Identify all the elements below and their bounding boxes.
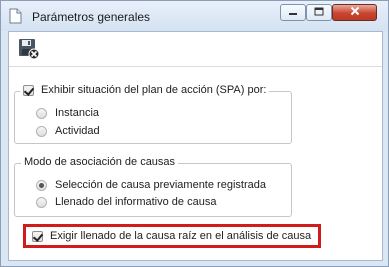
- save-and-close-icon[interactable]: [18, 38, 40, 60]
- radio-actividad-label: Actividad: [55, 125, 100, 137]
- radio-seleccion-causa[interactable]: Selección de causa previamente registrad…: [36, 179, 266, 191]
- title-bar[interactable]: Parámetros generales: [1, 1, 388, 31]
- dialog-content: Exhibir situación del plan de acción (SP…: [8, 31, 383, 261]
- radio-llenado-informativo[interactable]: Llenado del informativo de causa: [36, 196, 216, 208]
- maximize-button[interactable]: [306, 4, 332, 21]
- dialog-window: Parámetros generales Exhibir situación d…: [0, 0, 389, 267]
- spa-checkbox-box[interactable]: [23, 84, 34, 96]
- toolbar: [9, 32, 382, 65]
- radio-instancia-circle[interactable]: [36, 107, 47, 119]
- radio-llenado-informativo-circle[interactable]: [36, 196, 47, 208]
- spa-checkbox-label: Exhibir situación del plan de acción (SP…: [41, 84, 267, 96]
- spa-checkbox[interactable]: Exhibir situación del plan de acción (SP…: [20, 84, 270, 96]
- radio-instancia-label: Instancia: [55, 107, 100, 119]
- radio-actividad[interactable]: Actividad: [36, 125, 100, 137]
- minimize-button[interactable]: [280, 4, 306, 21]
- root-cause-checkbox-box[interactable]: [32, 230, 43, 242]
- radio-actividad-circle[interactable]: [36, 125, 47, 137]
- minimize-icon: [288, 7, 298, 19]
- radio-seleccion-causa-circle[interactable]: [36, 179, 47, 191]
- document-icon: [9, 8, 22, 27]
- toolbar-separator: [9, 66, 382, 67]
- root-cause-highlight: Exigir llenado de la causa raíz en el an…: [23, 224, 321, 248]
- close-icon: [350, 6, 360, 19]
- maximize-icon: [314, 7, 324, 19]
- cause-group-legend: Modo de asociación de causas: [21, 156, 179, 168]
- radio-instancia[interactable]: Instancia: [36, 107, 99, 119]
- root-cause-checkbox[interactable]: Exigir llenado de la causa raíz en el an…: [32, 230, 311, 242]
- radio-seleccion-causa-label: Selección de causa previamente registrad…: [55, 179, 266, 191]
- radio-llenado-informativo-label: Llenado del informativo de causa: [55, 196, 217, 208]
- window-title: Parámetros generales: [32, 10, 151, 24]
- close-button[interactable]: [332, 4, 377, 21]
- root-cause-checkbox-label: Exigir llenado de la causa raíz en el an…: [50, 230, 312, 242]
